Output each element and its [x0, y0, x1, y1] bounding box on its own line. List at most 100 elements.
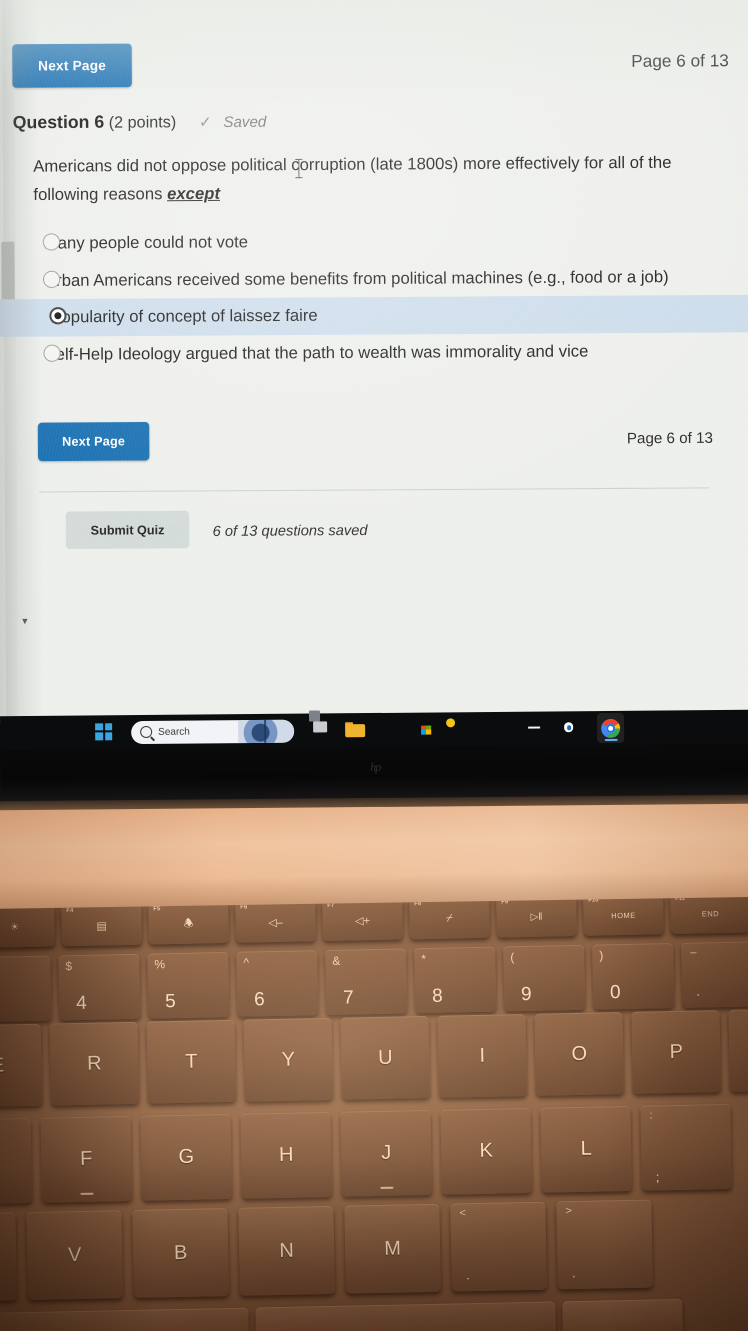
question-points: (2 points)	[108, 114, 177, 132]
desk-surface	[0, 797, 748, 909]
key-l[interactable]: L	[540, 1105, 633, 1193]
key-8[interactable]: * 8	[414, 946, 497, 1014]
active-app-indicator	[604, 738, 618, 741]
key-t[interactable]: T	[146, 1019, 237, 1104]
keyboard-bottom-letter-row: C V B N M <· >·	[0, 1199, 664, 1303]
submit-quiz-button[interactable]: Submit Quiz	[65, 510, 190, 549]
answer-option[interactable]: Urban Americans received some benefits f…	[0, 258, 748, 300]
answer-option[interactable]: Many people could not vote	[0, 221, 748, 263]
radio-button-icon[interactable]	[42, 233, 61, 251]
key-j[interactable]: J	[340, 1109, 433, 1197]
taskbar-search-input[interactable]: Search	[131, 719, 295, 744]
answer-option-selected[interactable]: Popularity of concept of laissez faire	[0, 295, 748, 338]
question-header: Question 6 (2 points) ✓ Saved	[13, 111, 267, 134]
key-n[interactable]: N	[238, 1205, 336, 1296]
chrome-button-active[interactable]	[597, 712, 625, 744]
file-explorer-button[interactable]	[345, 721, 366, 740]
page-indicator-bottom: Page 6 of 13	[626, 429, 713, 448]
keyboard-space-row	[0, 1298, 690, 1331]
question-text: Americans did not oppose political corru…	[33, 148, 724, 210]
key-i[interactable]: I	[437, 1013, 528, 1098]
answer-option-label: Popularity of concept of laissez faire	[50, 307, 318, 327]
key-k[interactable]: K	[440, 1107, 533, 1195]
key-f10-home[interactable]: F10 HOME	[583, 894, 664, 936]
key-m[interactable]: M	[344, 1203, 442, 1294]
radio-button-icon[interactable]	[42, 270, 61, 288]
key-f6[interactable]: F6 ◁–	[235, 901, 316, 943]
key-5[interactable]: % 5	[147, 951, 230, 1019]
keyboard-qwerty-row: E R T Y U I O P	[0, 1008, 748, 1108]
next-page-button-bottom[interactable]: Next Page	[37, 421, 150, 462]
laptop-keyboard: F3☀ F4▤ F5🕭 F6◁– F7◁+ F8⌿ F9▷‖ F10HOME F…	[0, 884, 748, 1331]
key-f5[interactable]: F5 🕭	[148, 902, 229, 945]
task-view-button[interactable]	[308, 709, 328, 740]
answer-option-label: Many people could not vote	[43, 233, 249, 253]
key-e[interactable]: E	[0, 1023, 43, 1108]
windows-logo-icon	[95, 722, 113, 740]
key-r[interactable]: R	[49, 1021, 140, 1106]
mcafee-button[interactable]	[489, 719, 508, 738]
key-right-modifiers[interactable]	[562, 1298, 683, 1331]
key-period[interactable]: > ·	[556, 1199, 653, 1290]
start-button[interactable]	[95, 722, 114, 742]
quiz-page: ▼ Next Page Page 6 of 13 Question 6 (2 p…	[0, 0, 748, 724]
screen-glare	[238, 719, 295, 743]
laptop-photo: ▼ Next Page Page 6 of 13 Question 6 (2 p…	[0, 0, 748, 1331]
key-6[interactable]: ^ 6	[236, 950, 319, 1017]
windows-taskbar: Search	[0, 709, 748, 751]
key-f7[interactable]: F7 ◁+	[322, 899, 403, 942]
key-minus[interactable]: – ·	[681, 941, 748, 1008]
next-page-button-top[interactable]: Next Page	[12, 43, 132, 88]
key-0[interactable]: ) 0	[592, 943, 675, 1010]
key-4[interactable]: $4	[58, 953, 141, 1021]
store-button[interactable]	[417, 720, 436, 739]
key-y[interactable]: Y	[243, 1017, 334, 1102]
key-f11-end[interactable]: F11 END	[670, 892, 748, 935]
key-comma[interactable]: < ·	[450, 1201, 547, 1292]
copilot-button[interactable]	[453, 720, 472, 739]
answer-options-list: Many people could not vote Urban America…	[0, 221, 748, 374]
answer-option-label: Self-Help Ideology argued that the path …	[44, 342, 589, 365]
key-bracket[interactable]	[728, 1008, 748, 1092]
outlook-button[interactable]	[561, 719, 580, 738]
key-semicolon[interactable]: :;	[640, 1103, 733, 1191]
key-b[interactable]: B	[132, 1208, 230, 1298]
key-g[interactable]: G	[140, 1113, 233, 1201]
key-7[interactable]: & 7	[325, 948, 408, 1015]
key-3[interactable]: #3	[0, 955, 52, 1023]
divider	[39, 487, 710, 493]
key-h[interactable]: H	[240, 1111, 333, 1199]
answer-option-label: Urban Americans received some benefits f…	[43, 267, 669, 290]
key-9[interactable]: (9	[503, 944, 586, 1012]
key-f4[interactable]: F4 ▤	[61, 904, 142, 947]
key-c[interactable]: C	[0, 1212, 18, 1303]
key-o[interactable]: O	[534, 1012, 625, 1096]
keyboard-number-row: #3 $4 %5 ^6 &7 *8 (9 )0 –·	[0, 939, 748, 1023]
blue-app-button[interactable]	[525, 719, 544, 738]
key-p[interactable]: P	[631, 1010, 722, 1094]
scroll-down-arrow[interactable]: ▼	[20, 616, 30, 626]
saved-status-label: Saved	[223, 113, 267, 132]
laptop-screen: ▼ Next Page Page 6 of 13 Question 6 (2 p…	[0, 0, 748, 724]
brand-logo: hp	[370, 759, 381, 775]
search-icon	[140, 725, 153, 739]
question-text-emphasis: except	[167, 185, 221, 204]
chrome-icon	[601, 718, 621, 738]
key-left-modifiers[interactable]	[0, 1307, 250, 1331]
text-cursor	[298, 158, 300, 179]
key-d[interactable]: D	[0, 1117, 33, 1205]
edge-button[interactable]	[381, 720, 400, 739]
key-f8[interactable]: F8 ⌿	[409, 897, 490, 940]
key-f3[interactable]: F3☀	[0, 906, 56, 949]
keyboard-home-row: D F G H J K L :;	[0, 1103, 742, 1205]
key-v[interactable]: V	[26, 1210, 124, 1301]
key-u[interactable]: U	[340, 1015, 431, 1100]
page-indicator-top: Page 6 of 13	[631, 51, 729, 71]
question-text-body: Americans did not oppose political corru…	[33, 153, 672, 205]
key-f9[interactable]: F9 ▷‖	[496, 895, 577, 938]
key-f[interactable]: F	[40, 1115, 133, 1203]
saved-check-icon: ✓	[198, 113, 212, 132]
answer-option[interactable]: Self-Help Ideology argued that the path …	[0, 332, 748, 374]
key-spacebar[interactable]	[255, 1301, 556, 1331]
search-placeholder-label: Search	[158, 726, 190, 738]
